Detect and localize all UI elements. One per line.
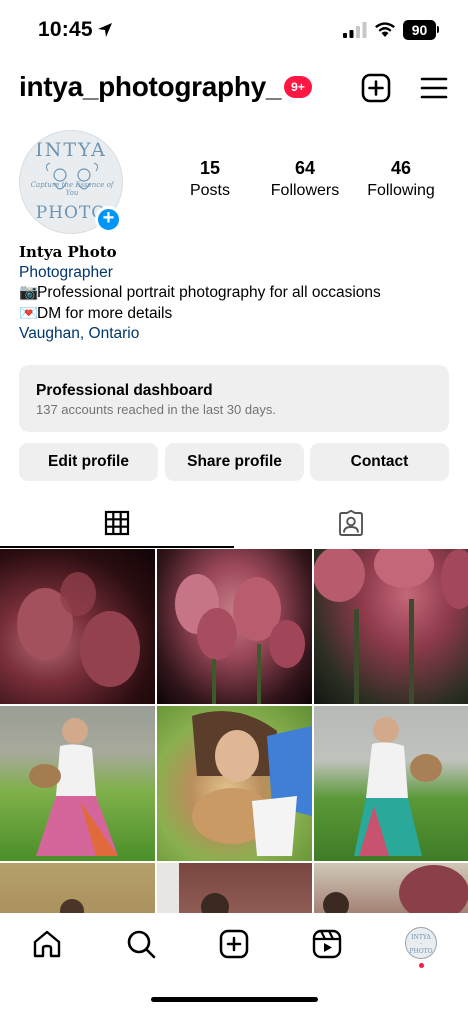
tulip-photo (17, 572, 140, 687)
portrait-photo (192, 711, 312, 856)
stat-following[interactable]: 46 Following (362, 158, 440, 200)
notification-badge[interactable]: 9+ (284, 76, 312, 98)
battery-icon: 90 (403, 20, 436, 40)
post-thumbnail[interactable] (0, 549, 155, 704)
cellular-signal-icon (343, 22, 367, 38)
posts-label: Posts (189, 182, 230, 199)
tulip-photo (314, 549, 468, 704)
category-link[interactable]: Photographer (19, 263, 459, 284)
person-tag-icon (339, 510, 363, 536)
bio-line-1: 📷Professional portrait photography for a… (19, 283, 459, 304)
profile-header: intya_photography_ 9+ (0, 60, 468, 116)
tab-tagged[interactable] (234, 496, 468, 548)
status-time: 10:45 (38, 18, 93, 41)
bottom-nav: INTYA · PHOTO (0, 913, 468, 1013)
post-thumbnail[interactable] (157, 549, 312, 704)
battery-tip (437, 26, 439, 33)
wifi-icon (375, 22, 395, 37)
love-letter-emoji-icon: 💌 (19, 304, 39, 322)
posts-count: 15 (199, 158, 221, 178)
portrait-photo (29, 718, 118, 856)
create-icon[interactable] (219, 929, 249, 959)
active-tab-indicator (0, 546, 234, 548)
followers-label: Followers (270, 182, 340, 199)
add-story-button[interactable]: + (95, 206, 122, 233)
share-profile-button[interactable]: Share profile (165, 443, 304, 481)
home-indicator (151, 997, 318, 1002)
professional-dashboard[interactable]: Professional dashboard 137 accounts reac… (19, 365, 449, 432)
tulip-photo (175, 574, 305, 704)
location-arrow-icon (98, 23, 112, 37)
avatar-logo-tagline: Capture the Essence of You (30, 181, 114, 197)
home-icon[interactable] (32, 929, 62, 959)
post-thumbnail[interactable] (314, 549, 468, 704)
followers-count: 64 (294, 158, 316, 178)
bio-line-2: 💌DM for more details (19, 304, 459, 325)
grid-icon (104, 510, 130, 536)
edit-profile-button[interactable]: Edit profile (19, 443, 158, 481)
portrait-photo (354, 717, 442, 856)
bio-line-2-text: DM for more details (37, 304, 173, 322)
profile-avatar[interactable]: INTYA · PHOTO (405, 927, 437, 959)
camera-emoji-icon: 📷 (19, 284, 39, 301)
avatar-logo-top: INTYA (35, 139, 107, 161)
stat-posts[interactable]: 15 Posts (180, 158, 240, 200)
profile-notification-dot (419, 963, 424, 968)
bio-line-1-text: Professional portrait photography for al… (37, 284, 381, 301)
dashboard-title: Professional dashboard (36, 382, 213, 399)
display-name: Intya Photo (19, 243, 117, 261)
menu-icon[interactable] (420, 75, 448, 101)
create-icon[interactable] (361, 73, 391, 103)
reels-icon[interactable] (312, 929, 342, 959)
following-count: 46 (390, 158, 412, 178)
location-link[interactable]: Vaughan, Ontario (19, 324, 459, 345)
post-thumbnail[interactable] (157, 706, 312, 861)
nav-avatar-logo: INTYA · PHOTO (409, 934, 433, 955)
post-thumbnail[interactable] (314, 706, 468, 861)
contact-button[interactable]: Contact (310, 443, 449, 481)
username-switcher[interactable]: intya_photography_ (19, 71, 281, 103)
post-thumbnail[interactable] (0, 706, 155, 861)
stat-followers[interactable]: 64 Followers (264, 158, 346, 200)
dashboard-subtitle: 137 accounts reached in the last 30 days… (36, 402, 276, 417)
search-icon[interactable] (126, 929, 156, 959)
following-label: Following (367, 182, 435, 199)
tab-posts-grid[interactable] (0, 496, 234, 548)
status-bar: 10:45 90 (0, 0, 468, 60)
profile-bio: Intya Photo Photographer 📷Professional p… (19, 242, 459, 345)
